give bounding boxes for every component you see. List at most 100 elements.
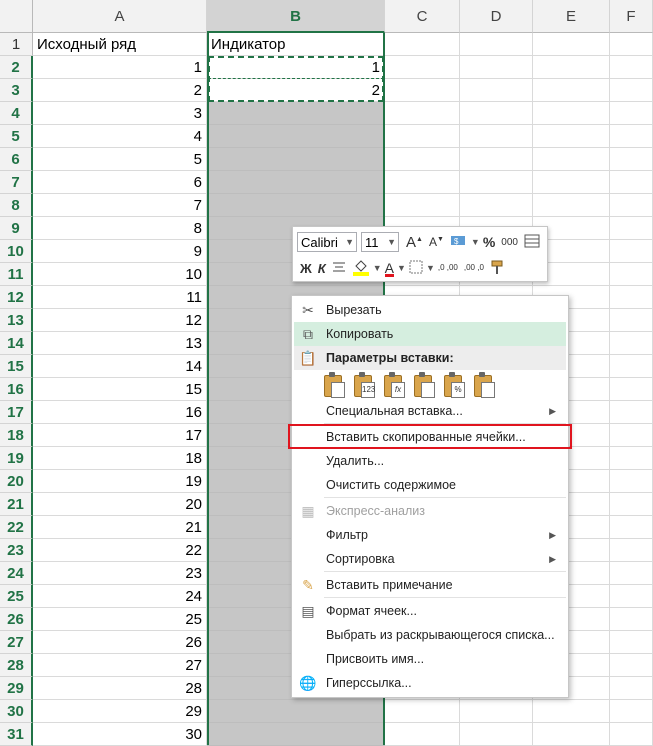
cell-c1[interactable] xyxy=(385,33,460,56)
row-header[interactable]: 25 xyxy=(0,585,33,608)
paste-formatting-icon[interactable]: % xyxy=(442,372,466,398)
cell-f29[interactable] xyxy=(610,677,653,700)
cell-f15[interactable] xyxy=(610,355,653,378)
cell-a27[interactable]: 26 xyxy=(33,631,207,654)
cell-f28[interactable] xyxy=(610,654,653,677)
row-header[interactable]: 16 xyxy=(0,378,33,401)
row-header[interactable]: 6 xyxy=(0,148,33,171)
cell-c7[interactable] xyxy=(385,171,460,194)
row-header[interactable]: 2 xyxy=(0,56,33,79)
italic-button[interactable]: К xyxy=(318,261,326,276)
row-header[interactable]: 19 xyxy=(0,447,33,470)
cell-f13[interactable] xyxy=(610,309,653,332)
cell-f14[interactable] xyxy=(610,332,653,355)
cell-d4[interactable] xyxy=(460,102,533,125)
cell-f26[interactable] xyxy=(610,608,653,631)
chevron-down-icon[interactable]: ▼ xyxy=(426,263,435,273)
menu-item-copy[interactable]: ⧉ Копировать xyxy=(294,322,566,346)
cell-f17[interactable] xyxy=(610,401,653,424)
cell-a5[interactable]: 4 xyxy=(33,125,207,148)
fill-color-icon[interactable] xyxy=(352,258,370,279)
cell-a24[interactable]: 23 xyxy=(33,562,207,585)
cell-a23[interactable]: 22 xyxy=(33,539,207,562)
row-header[interactable]: 26 xyxy=(0,608,33,631)
cell-f12[interactable] xyxy=(610,286,653,309)
paste-formulas-icon[interactable]: fx xyxy=(382,372,406,398)
cell-a12[interactable]: 11 xyxy=(33,286,207,309)
cell-e30[interactable] xyxy=(533,700,610,723)
increase-decimal-button[interactable]: ,0 ,00 xyxy=(438,264,458,272)
cell-a15[interactable]: 14 xyxy=(33,355,207,378)
cell-a22[interactable]: 21 xyxy=(33,516,207,539)
cell-a21[interactable]: 20 xyxy=(33,493,207,516)
chevron-down-icon[interactable]: ▼ xyxy=(373,263,382,273)
font-size-select[interactable]: 11 ▼ xyxy=(361,232,399,252)
row-header[interactable]: 11 xyxy=(0,263,33,286)
cell-a25[interactable]: 24 xyxy=(33,585,207,608)
menu-item-clear-contents[interactable]: Очистить содержимое xyxy=(294,473,566,497)
cell-c5[interactable] xyxy=(385,125,460,148)
cell-d8[interactable] xyxy=(460,194,533,217)
row-header[interactable]: 14 xyxy=(0,332,33,355)
font-name-select[interactable]: Calibri ▼ xyxy=(297,232,357,252)
row-header[interactable]: 3 xyxy=(0,79,33,102)
row-header[interactable]: 30 xyxy=(0,700,33,723)
cell-b6[interactable] xyxy=(207,148,385,171)
cell-a16[interactable]: 15 xyxy=(33,378,207,401)
paste-values-icon[interactable]: 123 xyxy=(352,372,376,398)
row-header[interactable]: 24 xyxy=(0,562,33,585)
cell-a13[interactable]: 12 xyxy=(33,309,207,332)
cell-e31[interactable] xyxy=(533,723,610,746)
menu-item-sort[interactable]: Сортировка ▶ xyxy=(294,547,566,571)
menu-item-insert-copied-cells[interactable]: Вставить скопированные ячейки... xyxy=(294,425,566,449)
row-header[interactable]: 5 xyxy=(0,125,33,148)
cell-f9[interactable] xyxy=(610,217,653,240)
row-header[interactable]: 23 xyxy=(0,539,33,562)
menu-item-format-cells[interactable]: ▤ Формат ячеек... xyxy=(294,599,566,623)
cell-a2[interactable]: 1 xyxy=(33,56,207,79)
cell-c4[interactable] xyxy=(385,102,460,125)
cell-b3[interactable]: 2 xyxy=(207,79,385,102)
cell-b31[interactable] xyxy=(207,723,385,746)
column-header-a[interactable]: A xyxy=(33,0,207,33)
borders-icon[interactable] xyxy=(409,260,423,277)
shrink-font-button[interactable]: A▼ xyxy=(429,235,444,249)
cell-c30[interactable] xyxy=(385,700,460,723)
cell-f6[interactable] xyxy=(610,148,653,171)
cell-f24[interactable] xyxy=(610,562,653,585)
row-header[interactable]: 22 xyxy=(0,516,33,539)
chevron-down-icon[interactable]: ▼ xyxy=(397,263,406,273)
cell-e1[interactable] xyxy=(533,33,610,56)
cell-a31[interactable]: 30 xyxy=(33,723,207,746)
cell-d30[interactable] xyxy=(460,700,533,723)
cell-a1[interactable]: Исходный ряд xyxy=(33,33,207,56)
row-header[interactable]: 21 xyxy=(0,493,33,516)
row-header[interactable]: 17 xyxy=(0,401,33,424)
cell-a4[interactable]: 3 xyxy=(33,102,207,125)
cell-f5[interactable] xyxy=(610,125,653,148)
cell-a8[interactable]: 7 xyxy=(33,194,207,217)
cell-a3[interactable]: 2 xyxy=(33,79,207,102)
column-header-f[interactable]: F xyxy=(610,0,653,33)
cell-d6[interactable] xyxy=(460,148,533,171)
cell-f30[interactable] xyxy=(610,700,653,723)
paste-icon[interactable] xyxy=(322,372,346,398)
row-header[interactable]: 12 xyxy=(0,286,33,309)
cell-b8[interactable] xyxy=(207,194,385,217)
cell-a6[interactable]: 5 xyxy=(33,148,207,171)
row-header[interactable]: 15 xyxy=(0,355,33,378)
cell-f19[interactable] xyxy=(610,447,653,470)
cell-c6[interactable] xyxy=(385,148,460,171)
cell-a17[interactable]: 16 xyxy=(33,401,207,424)
cell-e4[interactable] xyxy=(533,102,610,125)
cell-d31[interactable] xyxy=(460,723,533,746)
paste-link-icon[interactable] xyxy=(472,372,496,398)
cell-a30[interactable]: 29 xyxy=(33,700,207,723)
cell-e5[interactable] xyxy=(533,125,610,148)
row-header[interactable]: 10 xyxy=(0,240,33,263)
cell-e6[interactable] xyxy=(533,148,610,171)
cell-c31[interactable] xyxy=(385,723,460,746)
paste-transpose-icon[interactable] xyxy=(412,372,436,398)
row-header[interactable]: 28 xyxy=(0,654,33,677)
cell-f31[interactable] xyxy=(610,723,653,746)
